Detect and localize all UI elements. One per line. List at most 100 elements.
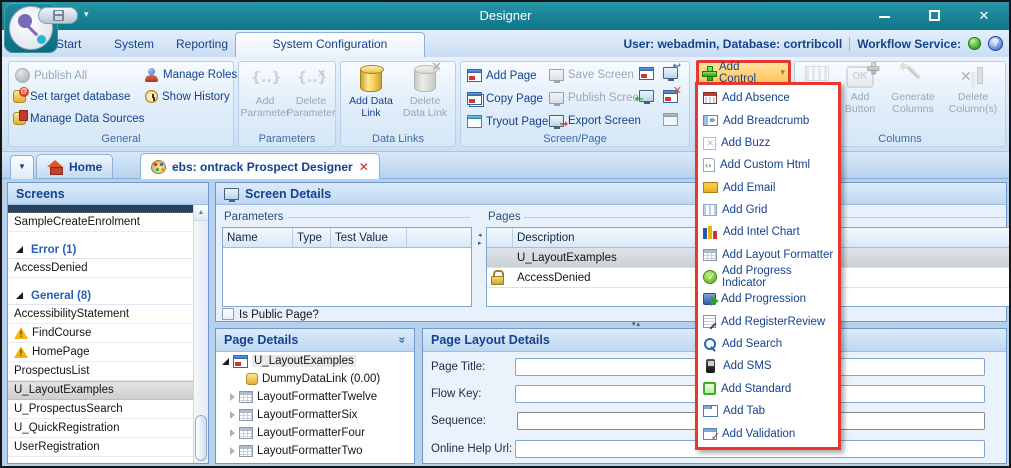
screen-tool-button[interactable]: ↩ [663,67,678,79]
column-header-empty[interactable] [407,228,471,247]
tab-close-icon[interactable]: ✕ [359,160,369,174]
export-screen-button[interactable]: →Export Screen [549,115,641,127]
expanded-arrow-icon[interactable] [222,358,229,365]
menu-item-add-sms[interactable]: Add SMS [698,355,838,377]
minimize-button[interactable] [869,7,899,25]
close-button[interactable]: ✕ [969,7,999,25]
scrollbar-thumb[interactable] [195,415,207,461]
show-history-button[interactable]: Show History [145,90,230,103]
minimize-icon [879,16,890,18]
add-button-button[interactable]: Add Button [837,66,883,115]
screens-list-item[interactable]: SampleCreateEnrolment [8,213,193,232]
tab-system[interactable]: System [104,34,164,57]
column-header-type[interactable]: Type [293,228,331,247]
target-database-icon [13,90,26,103]
tree-node-datalink[interactable]: DummyDataLink (0.00) [216,370,414,388]
menu-item-add-layout-formatter[interactable]: Add Layout Formatter [698,244,838,266]
delete-columns-icon [960,66,986,88]
grid-icon [703,204,717,216]
tree-node-formatter[interactable]: LayoutFormatterSix [216,406,414,424]
help-icon[interactable] [988,36,1003,51]
delete-data-link-button[interactable]: Delete Data Link [399,66,451,119]
columns-tool-button[interactable] [801,66,833,81]
menu-item-add-email[interactable]: Add Email [698,177,838,199]
screens-list: SampleCreateEnrolment Error (1) AccessDe… [8,205,193,463]
menu-item-add-validation[interactable]: Add Validation [698,423,838,445]
add-parameter-button[interactable]: Add Parameter [243,66,287,119]
column-header-icon[interactable] [487,228,513,247]
column-header-test-value[interactable]: Test Value [331,228,407,247]
tryout-page-button[interactable]: Tryout Page [467,115,548,128]
maximize-button[interactable] [919,7,949,25]
collapsed-arrow-icon[interactable] [230,447,235,455]
screens-list-item[interactable]: HomePage [8,343,193,362]
add-control-plus-icon [702,66,715,79]
screens-list-item[interactable]: UserRegistration [8,438,193,457]
menu-item-add-intel-chart[interactable]: Add Intel Chart [698,221,838,243]
manage-data-sources-button[interactable]: Manage Data Sources [13,112,144,125]
screens-list-item[interactable]: U_ProspectusSearch [8,400,193,419]
screens-scrollbar[interactable]: ▲ [193,205,208,463]
menu-item-add-registerreview[interactable]: Add RegisterReview [698,311,838,333]
screens-list-item[interactable]: FindCourse [8,324,193,343]
quick-save-button[interactable] [38,7,78,24]
menu-item-add-progress-indicator[interactable]: Add Progress Indicator [698,266,838,288]
set-target-database-button[interactable]: Set target database [13,90,130,103]
add-page-button[interactable]: Add Page [467,69,537,82]
roles-icon [145,68,159,82]
screens-list-item[interactable]: U_QuickRegistration [8,419,193,438]
publish-screen-button[interactable]: Publish Screen [549,92,645,104]
screens-list-item[interactable]: AccessDenied [8,259,193,278]
menu-item-add-breadcrumb[interactable]: Add Breadcrumb [698,110,838,132]
menu-item-add-custom-html[interactable]: Add Custom Html [698,154,838,176]
tryout-page-icon [467,115,482,128]
tab-reporting[interactable]: Reporting [166,34,238,57]
quick-access-caret-icon[interactable]: ▾ [84,9,89,20]
screen-tool-button[interactable]: ✕ [663,90,678,103]
screens-list-item-selected[interactable]: U_LayoutExamples [8,381,193,400]
screens-list-item[interactable]: ProspectusList [8,362,193,381]
screen-tool-button[interactable] [639,67,654,80]
tree-node-formatter[interactable]: LayoutFormatterFour [216,424,414,442]
tab-list-button[interactable]: ▼ [10,155,34,179]
tree-node-formatter[interactable]: LayoutFormatterTwo [216,442,414,460]
add-data-link-button[interactable]: Add Data Link [345,66,397,119]
collapsed-arrow-icon[interactable] [230,411,235,419]
generate-columns-button[interactable]: Generate Columns [885,66,941,115]
page-details-header: Page Details » [216,329,414,352]
collapsed-arrow-icon[interactable] [230,429,235,437]
menu-item-add-buzz[interactable]: Add Buzz [698,132,838,154]
screen-tool-button[interactable] [663,113,678,126]
manage-roles-button[interactable]: Manage Roles [145,68,237,82]
tab-prospect-designer[interactable]: ebs: ontrack Prospect Designer ✕ [140,153,380,179]
column-header-name[interactable]: Name [223,228,293,247]
collapsed-arrow-icon[interactable] [230,393,235,401]
tree-node-root[interactable]: U_LayoutExamples [216,352,414,370]
checkbox-icon[interactable] [222,308,234,320]
menu-item-add-grid[interactable]: Add Grid [698,199,838,221]
menu-item-add-search[interactable]: Add Search [698,333,838,355]
copy-page-button[interactable]: Copy Page [467,92,543,105]
designer-tab-label: ebs: ontrack Prospect Designer [172,160,353,174]
screens-group-error[interactable]: Error (1) [8,241,193,259]
horizontal-splitter-handle[interactable]: ▾▴ [632,320,641,328]
delete-columns-button[interactable]: Delete Column(s) [943,66,1003,115]
tab-system-configuration-commands[interactable]: System Configuration Commands [235,32,425,57]
collapse-chevron-icon[interactable]: » [396,337,410,344]
menu-item-add-standard[interactable]: Add Standard [698,378,838,400]
screen-tool-button[interactable]: ← [639,90,654,102]
scrollbar-up-icon[interactable]: ▲ [194,205,208,221]
is-public-page-checkbox[interactable]: Is Public Page? [222,308,319,321]
screens-group-general[interactable]: General (8) [8,287,193,305]
tab-home[interactable]: Home [36,154,113,179]
save-screen-button[interactable]: Save Screen [549,69,634,81]
delete-parameter-button[interactable]: Delete Parameter [289,66,333,119]
tree-node-formatter[interactable]: LayoutFormatterTwelve [216,388,414,406]
vertical-splitter-handle[interactable]: ◂▸ [478,231,483,247]
screens-list-item[interactable]: AccessibilityStatement [8,305,193,324]
ribbon-group-screen-page: Add Page Copy Page Tryout Page Save Scre… [460,61,690,147]
menu-item-add-absence[interactable]: Add Absence [698,87,838,109]
menu-item-add-progression[interactable]: Add Progression [698,288,838,310]
publish-all-button[interactable]: Publish All [15,68,87,83]
menu-item-add-tab[interactable]: Add Tab [698,400,838,422]
